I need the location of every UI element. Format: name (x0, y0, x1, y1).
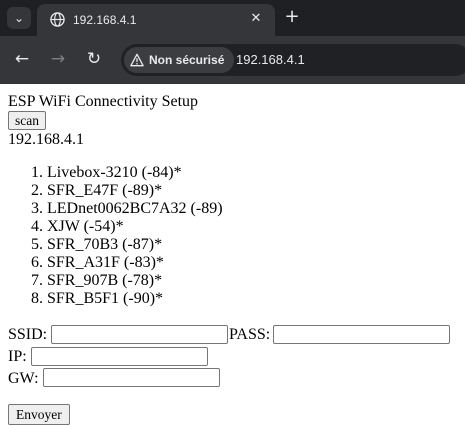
globe-icon (50, 12, 65, 27)
back-button[interactable]: ← (11, 48, 33, 70)
forward-button[interactable]: → (47, 48, 69, 70)
security-label: Non sécurisé (149, 53, 225, 67)
security-chip[interactable]: Non sécurisé (124, 47, 235, 73)
gateway-input[interactable] (43, 368, 220, 387)
page-title: ESP WiFi Connectivity Setup (8, 93, 199, 110)
network-item: Livebox-3210 (-84)* (47, 164, 223, 182)
network-item: SFR_A31F (-83)* (47, 254, 223, 272)
network-item: SFR_70B3 (-87)* (47, 236, 223, 254)
tab-search-button[interactable]: ⌄ (7, 7, 31, 29)
active-tab[interactable]: 192.168.4.1 ✕ (37, 4, 275, 36)
new-tab-button[interactable]: + (282, 7, 302, 27)
page-content: ESP WiFi Connectivity Setup scan 192.168… (0, 84, 465, 426)
chevron-down-icon: ⌄ (13, 11, 25, 25)
ip-address-text: 192.168.4.1 (8, 131, 84, 148)
scan-button[interactable]: scan (8, 111, 46, 130)
warning-icon (130, 53, 144, 67)
ssid-input[interactable] (51, 325, 228, 344)
gw-label: GW: (8, 370, 39, 387)
url-text[interactable]: 192.168.4.1 (236, 51, 305, 69)
network-item: SFR_907B (-78)* (47, 272, 223, 290)
network-item: XJW (-54)* (47, 218, 223, 236)
network-item: LEDnet0062BC7A32 (-89) (47, 200, 223, 218)
tab-title: 192.168.4.1 (73, 13, 137, 27)
network-item: SFR_E47F (-89)* (47, 182, 223, 200)
close-icon[interactable]: ✕ (247, 10, 265, 28)
arrow-right-icon: → (50, 49, 66, 69)
reload-button[interactable]: ↻ (83, 48, 105, 70)
pass-label: PASS: (229, 326, 271, 343)
network-item: SFR_B5F1 (-90)* (47, 290, 223, 308)
address-bar[interactable]: Non sécurisé 192.168.4.1 (121, 44, 465, 76)
ip-input[interactable] (31, 347, 208, 366)
reload-icon: ↻ (86, 49, 102, 69)
ssid-label: SSID: (8, 326, 48, 343)
password-input[interactable] (273, 325, 450, 344)
submit-button[interactable]: Envoyer (8, 404, 70, 425)
network-list: Livebox-3210 (-84)* SFR_E47F (-89)* LEDn… (0, 164, 223, 308)
browser-toolbar: ← → ↻ Non sécurisé 192.168.4.1 (0, 36, 465, 84)
ip-label: IP: (8, 348, 27, 365)
arrow-left-icon: ← (14, 49, 30, 69)
plus-icon: + (284, 6, 300, 27)
tab-strip: ⌄ 192.168.4.1 ✕ + (0, 0, 465, 36)
